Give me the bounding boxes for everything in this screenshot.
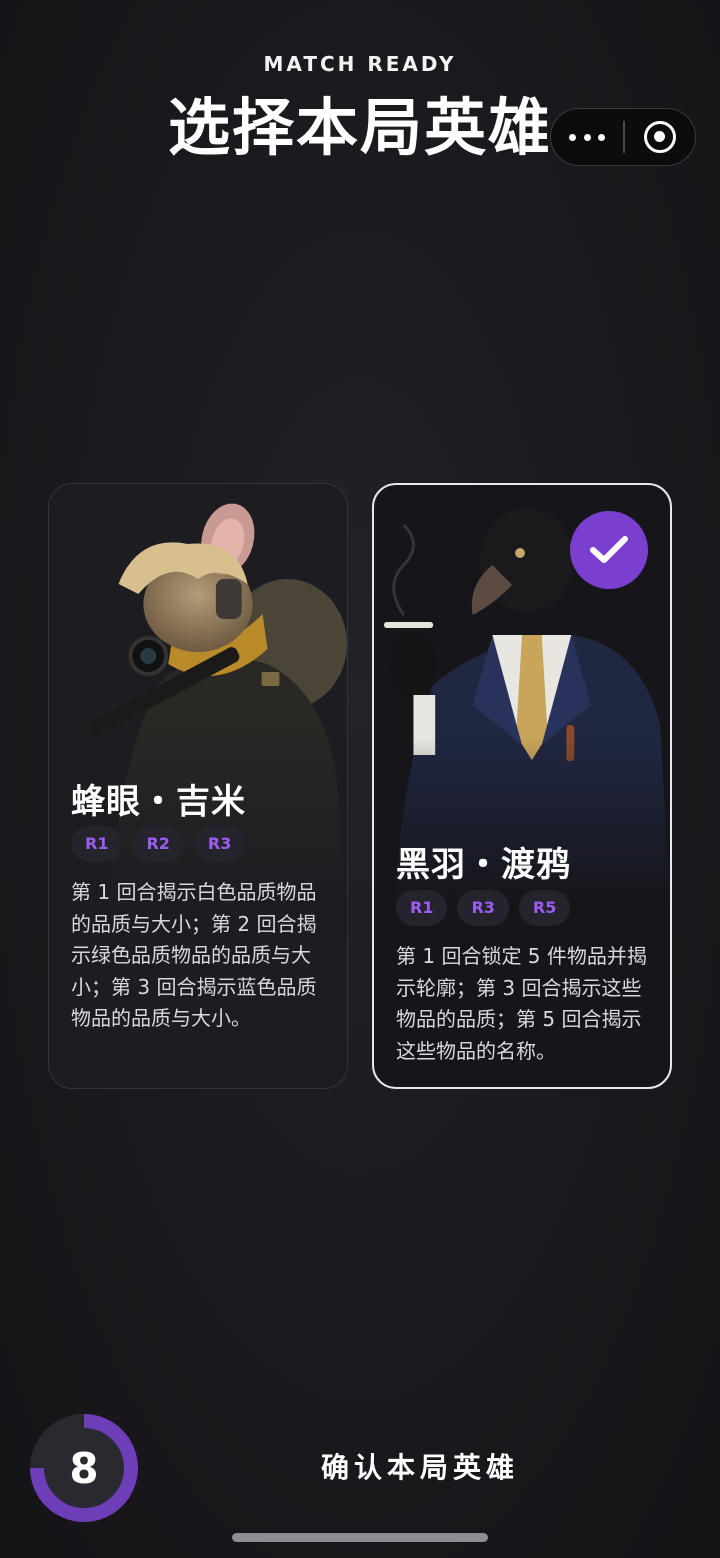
hero-name: 黑羽・渡鸦 — [396, 845, 571, 885]
hero-card-jimmy[interactable]: 蜂眼・吉米 R1 R2 R3 第 1 回合揭示白色品质物品的品质与大小；第 2 … — [48, 483, 348, 1089]
round-tags: R1 R2 R3 — [71, 826, 246, 862]
confirm-hero-button[interactable]: 确认本局英雄 — [160, 1440, 680, 1496]
selected-check-icon — [570, 511, 648, 589]
countdown-value: 8 — [44, 1428, 124, 1508]
round-tag: R1 — [396, 890, 448, 926]
round-tag: R3 — [457, 890, 509, 926]
hero-card-raven[interactable]: 黑羽・渡鸦 R1 R3 R5 第 1 回合锁定 5 件物品并揭示轮廓；第 3 回… — [372, 483, 672, 1089]
match-ready-label: MATCH READY — [263, 52, 457, 76]
more-dots-icon[interactable] — [569, 109, 605, 165]
round-tag: R5 — [518, 890, 571, 926]
round-tag: R1 — [71, 826, 123, 862]
mini-program-capsule — [550, 108, 696, 166]
hero-select-screen: MATCH READY 选择本局英雄 蜂眼・吉米 R1 R2 R3 第 1 回合… — [0, 0, 720, 1558]
countdown-timer: 8 — [30, 1414, 138, 1522]
hero-name: 蜂眼・吉米 — [71, 782, 246, 822]
round-tag: R2 — [132, 826, 184, 862]
round-tag: R3 — [193, 826, 246, 862]
home-indicator[interactable] — [232, 1533, 488, 1542]
capsule-divider — [623, 121, 625, 153]
round-tags: R1 R3 R5 — [396, 890, 571, 926]
target-close-icon[interactable] — [644, 121, 676, 153]
hero-description: 第 1 回合揭示白色品质物品的品质与大小；第 2 回合揭示绿色品质物品的品质与大… — [71, 880, 317, 1030]
hero-description: 第 1 回合锁定 5 件物品并揭示轮廓；第 3 回合揭示这些物品的品质；第 5 … — [396, 944, 647, 1063]
